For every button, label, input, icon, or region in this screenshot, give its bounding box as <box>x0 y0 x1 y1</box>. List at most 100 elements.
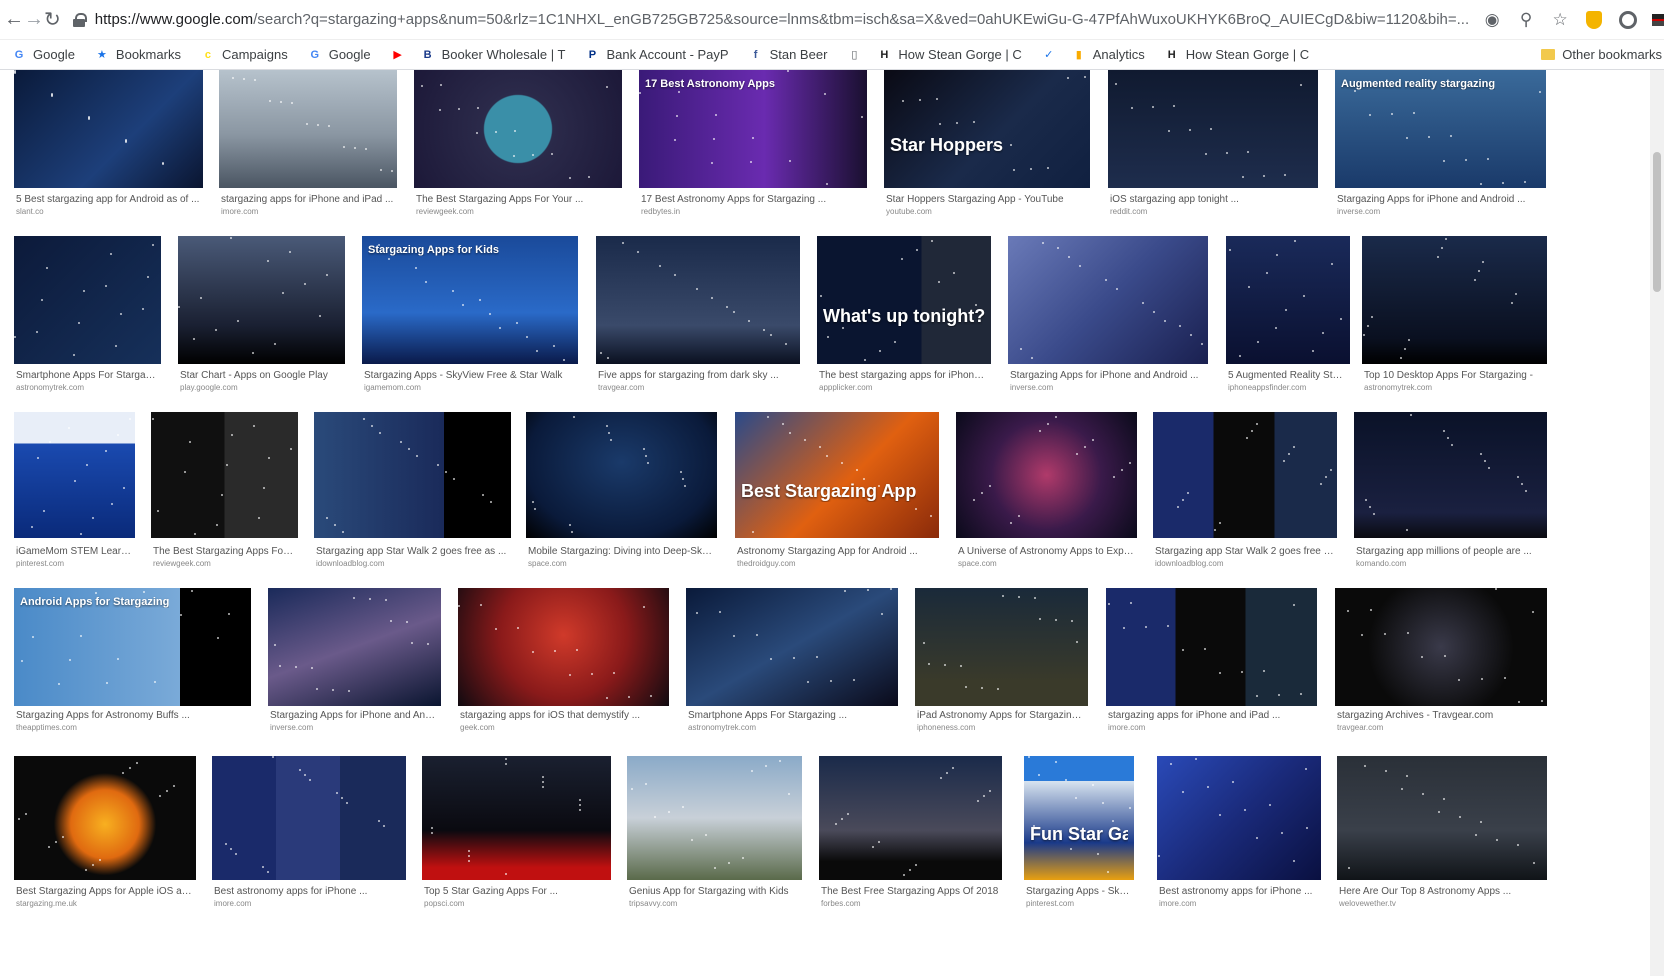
image-result[interactable]: Stargazing Apps for iPhone and Android .… <box>1008 236 1208 396</box>
image-result[interactable]: Best astronomy apps for iPhone ... imore.… <box>212 756 406 912</box>
result-thumbnail[interactable] <box>178 236 345 364</box>
result-caption[interactable]: stargazing apps for iOS that demystify .… <box>460 710 667 721</box>
result-caption[interactable]: Stargazing app millions of people are ..… <box>1356 546 1545 557</box>
result-caption[interactable]: Smartphone Apps For Stargazing ... <box>16 370 159 381</box>
result-thumbnail[interactable] <box>314 412 511 538</box>
result-caption[interactable]: Top 10 Desktop Apps For Stargazing - <box>1364 370 1545 381</box>
result-thumbnail[interactable] <box>422 756 611 880</box>
result-caption[interactable]: Best astronomy apps for iPhone ... <box>214 886 404 897</box>
scrollbar-thumb[interactable] <box>1653 152 1661 292</box>
image-result[interactable]: stargazing apps for iPhone and iPad ... i… <box>1106 588 1317 736</box>
result-caption[interactable]: Star Chart - Apps on Google Play <box>180 370 343 381</box>
result-caption[interactable]: Stargazing Apps - SkyView... <box>1026 886 1132 897</box>
bookmark-item[interactable]: ▯ <box>847 48 861 62</box>
result-thumbnail[interactable] <box>14 236 161 364</box>
result-thumbnail[interactable]: Augmented reality stargazing <box>1335 70 1546 188</box>
image-result[interactable]: stargazing Archives - Travgear.com travge… <box>1335 588 1547 736</box>
result-caption[interactable]: iGameMom STEM Learnin... <box>16 546 133 557</box>
image-result[interactable]: iOS stargazing app tonight ... reddit.com <box>1108 70 1318 220</box>
result-thumbnail[interactable] <box>1226 236 1350 364</box>
image-result[interactable]: 17 Best Astronomy Apps 17 Best Astronomy … <box>639 70 867 220</box>
result-thumbnail[interactable] <box>1362 236 1547 364</box>
result-thumbnail[interactable] <box>819 756 1002 880</box>
result-caption[interactable]: 5 Best stargazing app for Android as of … <box>16 194 201 205</box>
bookmark-item[interactable]: f Stan Beer <box>749 47 828 62</box>
result-caption[interactable]: iPad Astronomy Apps for Stargazing ... <box>917 710 1086 721</box>
result-thumbnail[interactable] <box>1108 70 1318 188</box>
result-thumbnail[interactable] <box>1335 588 1547 706</box>
result-caption[interactable]: The Best Free Stargazing Apps Of 2018 <box>821 886 1000 897</box>
location-icon[interactable]: ◉ <box>1479 7 1505 33</box>
image-result[interactable]: Top 5 Star Gazing Apps For ... popsci.com <box>422 756 611 912</box>
result-caption[interactable]: Star Hoppers Stargazing App - YouTube <box>886 194 1088 205</box>
result-caption[interactable]: Stargazing Apps for Astronomy Buffs ... <box>16 710 249 721</box>
image-result[interactable]: What's up tonight? The best stargazing ap… <box>817 236 991 396</box>
result-thumbnail[interactable] <box>1354 412 1547 538</box>
result-thumbnail[interactable] <box>596 236 800 364</box>
result-thumbnail[interactable] <box>1153 412 1337 538</box>
result-thumbnail[interactable] <box>212 756 406 880</box>
image-result[interactable]: Augmented reality stargazing Stargazing A… <box>1335 70 1546 220</box>
result-caption[interactable]: stargazing Archives - Travgear.com <box>1337 710 1545 721</box>
result-caption[interactable]: Smartphone Apps For Stargazing ... <box>688 710 896 721</box>
result-thumbnail[interactable] <box>1106 588 1317 706</box>
image-result[interactable]: Stargazing app Star Walk 2 goes free as … <box>314 412 511 572</box>
image-result[interactable]: iPad Astronomy Apps for Stargazing ... ip… <box>915 588 1088 736</box>
result-caption[interactable]: Here Are Our Top 8 Astronomy Apps ... <box>1339 886 1545 897</box>
result-caption[interactable]: stargazing apps for iPhone and iPad ... <box>1108 710 1315 721</box>
scrollbar[interactable] <box>1650 70 1664 976</box>
result-caption[interactable]: iOS stargazing app tonight ... <box>1110 194 1316 205</box>
result-thumbnail[interactable]: 17 Best Astronomy Apps <box>639 70 867 188</box>
extension-amber-icon[interactable] <box>1581 7 1607 33</box>
result-caption[interactable]: 5 Augmented Reality Starg... <box>1228 370 1348 381</box>
result-thumbnail[interactable] <box>14 756 196 880</box>
result-caption[interactable]: The Best Stargazing Apps For Your ... <box>416 194 620 205</box>
image-result[interactable]: 5 Best stargazing app for Android as of … <box>14 70 203 220</box>
image-result[interactable]: The Best Stargazing Apps For Your ... rev… <box>414 70 622 220</box>
reload-icon[interactable]: ↻ <box>44 5 61 35</box>
bookmark-item[interactable]: B Booker Wholesale | T <box>421 47 566 62</box>
result-caption[interactable]: Stargazing Apps for iPhone and Android .… <box>1010 370 1206 381</box>
result-caption[interactable]: The Best Stargazing Apps For Yo... <box>153 546 296 557</box>
address-bar[interactable]: https://www.google.com/search?q=stargazi… <box>72 4 1470 35</box>
result-caption[interactable]: Stargazing Apps for iPhone and Android .… <box>270 710 439 721</box>
result-thumbnail[interactable] <box>1008 236 1208 364</box>
result-caption[interactable]: Stargazing app Star Walk 2 goes free as … <box>316 546 509 557</box>
result-thumbnail[interactable] <box>1157 756 1321 880</box>
result-caption[interactable]: stargazing apps for iPhone and iPad ... <box>221 194 395 205</box>
bookmark-item[interactable]: G Google <box>308 47 370 62</box>
result-caption[interactable]: Mobile Stargazing: Diving into Deep-Sky … <box>528 546 715 557</box>
result-thumbnail[interactable] <box>627 756 802 880</box>
image-result[interactable]: 5 Augmented Reality Starg... iphoneappsfi… <box>1226 236 1350 396</box>
image-result[interactable]: Stargazing Apps for Kids Stargazing Apps … <box>362 236 578 396</box>
bookmark-item[interactable]: H How Stean Gorge | C <box>877 47 1021 62</box>
result-caption[interactable]: Genius App for Stargazing with Kids <box>629 886 800 897</box>
result-thumbnail[interactable] <box>219 70 397 188</box>
bookmark-item[interactable]: G Google <box>12 47 75 62</box>
image-result[interactable]: Fun Star Gazing Apps Stargazing Apps - Sk… <box>1024 756 1134 912</box>
result-caption[interactable]: Stargazing app Star Walk 2 goes free as … <box>1155 546 1335 557</box>
bookmark-item[interactable]: H How Stean Gorge | C <box>1165 47 1309 62</box>
image-result[interactable]: Stargazing app millions of people are ..… <box>1354 412 1547 572</box>
result-thumbnail[interactable] <box>956 412 1137 538</box>
result-thumbnail[interactable] <box>686 588 898 706</box>
bookmark-item[interactable]: ✓ <box>1042 48 1056 62</box>
image-result[interactable]: Here Are Our Top 8 Astronomy Apps ... wel… <box>1337 756 1547 912</box>
result-caption[interactable]: Five apps for stargazing from dark sky .… <box>598 370 798 381</box>
result-caption[interactable]: Best astronomy apps for iPhone ... <box>1159 886 1319 897</box>
result-caption[interactable]: Astronomy Stargazing App for Android ... <box>737 546 937 557</box>
image-result[interactable]: Top 10 Desktop Apps For Stargazing - astr… <box>1362 236 1547 396</box>
result-thumbnail[interactable] <box>151 412 298 538</box>
result-caption[interactable]: Top 5 Star Gazing Apps For ... <box>424 886 609 897</box>
result-thumbnail[interactable] <box>526 412 717 538</box>
image-result[interactable]: Five apps for stargazing from dark sky .… <box>596 236 800 396</box>
result-caption[interactable]: Stargazing Apps - SkyView Free & Star Wa… <box>364 370 576 381</box>
image-result[interactable]: iGameMom STEM Learnin... pinterest.com <box>14 412 135 572</box>
result-caption[interactable]: Best Stargazing Apps for Apple iOS and .… <box>16 886 194 897</box>
image-result[interactable]: Best astronomy apps for iPhone ... imore.… <box>1157 756 1321 912</box>
image-result[interactable]: A Universe of Astronomy Apps to Explore … <box>956 412 1137 572</box>
result-thumbnail[interactable] <box>14 412 135 538</box>
back-icon[interactable]: ← <box>4 5 24 35</box>
result-caption[interactable]: A Universe of Astronomy Apps to Explore … <box>958 546 1135 557</box>
bookmark-item[interactable]: c Campaigns <box>201 47 288 62</box>
